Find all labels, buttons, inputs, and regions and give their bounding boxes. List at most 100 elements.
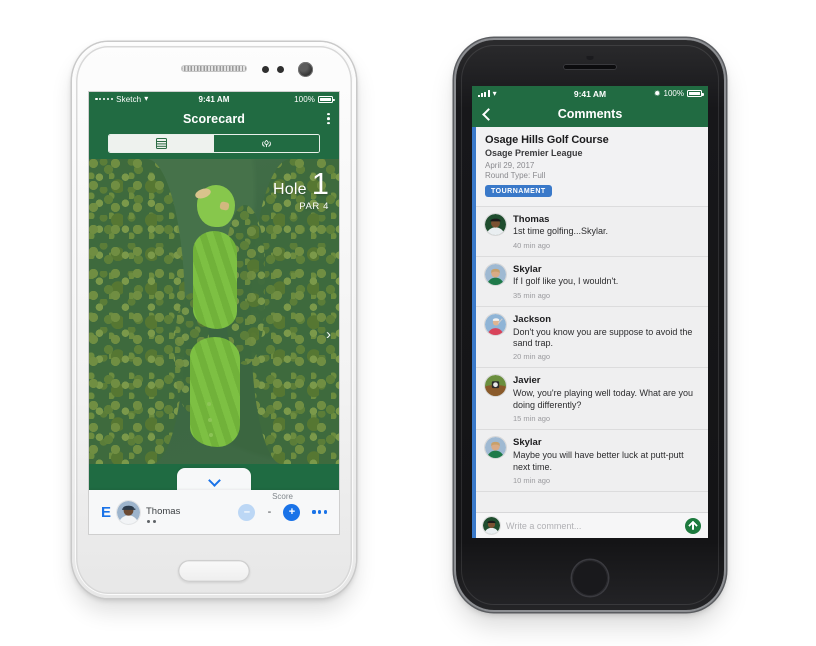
tee-marker (207, 402, 211, 406)
comment-body: Thomas 1st time golfing...Skylar. 40 min… (513, 214, 699, 250)
earpiece-speaker-icon (563, 64, 617, 70)
more-options-icon[interactable] (312, 510, 327, 514)
ios-status-bar: ▾ 9:41 AM ✹ 100% (472, 86, 708, 101)
page-title: Comments (557, 107, 623, 121)
fairway-lower (190, 337, 240, 447)
hole-label: Hole (273, 181, 307, 198)
chevron-down-icon (209, 474, 220, 485)
comment-timestamp: 35 min ago (513, 290, 551, 300)
round-date: April 29, 2017 (485, 160, 535, 170)
iphone-screen: ▾ 9:41 AM ✹ 100% Comments Osage Hills Go… (472, 86, 708, 538)
comment-text: Wow, you're playing well today. What are… (513, 388, 693, 410)
android-app-bar: Scorecard (89, 106, 339, 131)
bluetooth-icon: ✹ (653, 89, 661, 98)
round-type: Round Type: Full (485, 170, 546, 180)
back-chevron-icon[interactable] (481, 109, 491, 119)
comment-author: Skylar (513, 263, 542, 275)
android-status-bar: Sketch ▾ 9:41 AM 100% (89, 92, 339, 106)
avatar[interactable] (485, 213, 506, 235)
hole-number: 1 (311, 166, 329, 201)
battery-percent-label: 100% (294, 94, 315, 104)
comment-input[interactable]: Write a comment... (506, 521, 679, 531)
tree-line-left (89, 159, 185, 464)
battery-area: 100% (294, 94, 335, 104)
fairway-upper (193, 231, 237, 329)
sand-bunker-side (219, 201, 230, 211)
comment-author: Thomas (513, 213, 550, 225)
score-stepper: Score – - + (238, 492, 331, 521)
comment-text: Don't you know you are suppose to avoid … (513, 326, 693, 349)
comment-body: Skylar Maybe you will have better luck a… (513, 437, 699, 485)
tee-marker (208, 418, 212, 422)
kebab-menu-icon[interactable] (327, 112, 330, 125)
tab-scorecard[interactable] (109, 135, 214, 152)
player-name: Thomas (146, 505, 181, 517)
avatar[interactable] (485, 263, 506, 285)
hole-map-view[interactable]: Hole 1 PAR 4 › (89, 159, 339, 464)
comments-scroll-area[interactable]: Osage Hills Golf Course Osage Premier Le… (476, 127, 708, 538)
avatar[interactable] (483, 517, 500, 534)
comment-body: Javier Wow, you're playing well today. W… (513, 375, 699, 423)
comment-item[interactable]: Jackson Don't you know you are suppose t… (476, 306, 708, 369)
player-status-dots-icon (147, 520, 180, 524)
comment-body: Jackson Don't you know you are suppose t… (513, 314, 699, 362)
android-home-button[interactable] (178, 560, 250, 582)
screenshot-stage: Sketch ▾ 9:41 AM 100% Scorecard Hole 1 P… (0, 0, 816, 646)
front-camera-icon (586, 56, 594, 60)
score-increment-button[interactable]: + (283, 503, 301, 521)
avatar[interactable] (485, 313, 506, 335)
comment-item[interactable]: Skylar Maybe you will have better luck a… (476, 430, 708, 492)
comment-compose-bar: Write a comment... (476, 512, 708, 538)
comment-author: Javier (513, 375, 541, 387)
comment-timestamp: 40 min ago (513, 240, 551, 250)
score-label: Score (272, 491, 293, 501)
tab-course[interactable] (214, 135, 319, 152)
segmented-control (108, 134, 320, 153)
comment-text: Maybe you will have better luck at putt-… (513, 450, 684, 472)
comment-author: Skylar (513, 437, 542, 449)
battery-icon (318, 95, 335, 103)
course-header-card: Osage Hills Golf Course Osage Premier Le… (476, 127, 708, 207)
chevron-right-icon[interactable]: › (326, 327, 331, 342)
scorecard-sheet-handle[interactable] (177, 468, 251, 490)
course-tree-icon (262, 140, 271, 148)
hole-info-overlay: Hole 1 PAR 4 (273, 166, 329, 212)
page-title: Scorecard (182, 111, 246, 126)
send-arrow-icon[interactable] (685, 517, 701, 534)
score-value: - (267, 506, 272, 518)
course-name: Osage Hills Golf Course (485, 134, 609, 146)
ios-nav-bar: Comments (472, 101, 708, 127)
battery-percent-label: 100% (663, 89, 684, 98)
battery-icon (687, 90, 704, 97)
comment-item[interactable]: Javier Wow, you're playing well today. W… (476, 368, 708, 431)
light-sensor-icon (277, 66, 284, 73)
scorecard-table-icon (156, 138, 167, 149)
avatar[interactable] (485, 375, 506, 397)
comment-text: If I golf like you, I wouldn't. (513, 276, 619, 287)
comment-item[interactable]: Thomas 1st time golfing...Skylar. 40 min… (476, 206, 708, 257)
comment-timestamp: 20 min ago (513, 352, 551, 362)
status-badge: TOURNAMENT (485, 185, 552, 197)
tab-bar-container (89, 131, 339, 159)
score-decrement-button[interactable]: – (238, 503, 256, 521)
player-score-bar: E Thomas Score – - + (89, 490, 339, 534)
comments-screen-body: Osage Hills Golf Course Osage Premier Le… (472, 127, 708, 538)
league-name: Osage Premier League (485, 148, 583, 158)
iphone-home-button[interactable] (572, 560, 608, 596)
android-phone-device: Sketch ▾ 9:41 AM 100% Scorecard Hole 1 P… (72, 42, 356, 598)
par-label: PAR 4 (299, 201, 329, 212)
comment-item[interactable]: Skylar If I golf like you, I wouldn't. 3… (476, 256, 708, 307)
earpiece-speaker-icon (181, 65, 247, 72)
status-right: ✹ 100% (653, 89, 704, 98)
comment-author: Jackson (513, 313, 552, 325)
iphone-device: ▾ 9:41 AM ✹ 100% Comments Osage Hills Go… (456, 40, 724, 610)
comment-timestamp: 10 min ago (513, 475, 551, 485)
comment-body: Skylar If I golf like you, I wouldn't. 3… (513, 264, 699, 300)
avatar[interactable] (485, 437, 506, 459)
tee-marker (209, 433, 213, 437)
android-screen: Sketch ▾ 9:41 AM 100% Scorecard Hole 1 P… (89, 92, 339, 534)
comment-text: 1st time golfing...Skylar. (513, 226, 609, 237)
proximity-sensor-icon (262, 66, 269, 73)
avatar[interactable] (117, 500, 140, 524)
player-name-block: Thomas (146, 501, 180, 524)
